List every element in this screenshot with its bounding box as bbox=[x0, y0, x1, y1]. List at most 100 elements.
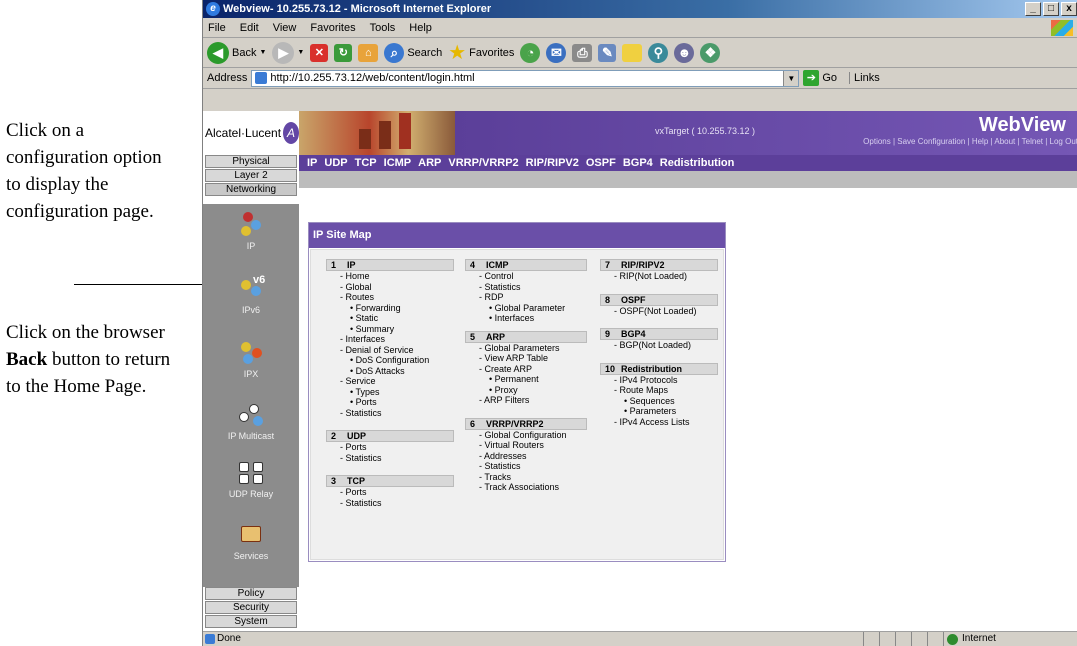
menu-edit[interactable]: Edit bbox=[240, 22, 259, 34]
menu-favorites[interactable]: Favorites bbox=[310, 22, 355, 34]
tab-policy[interactable]: Policy bbox=[205, 587, 297, 600]
link-vrrp-addresses[interactable]: - Addresses bbox=[465, 451, 587, 462]
subnav-redistribution[interactable]: Redistribution bbox=[660, 157, 735, 169]
back-button[interactable]: ◀ Back ▼ bbox=[207, 41, 266, 64]
sidebar-item-udp-relay[interactable]: UDP Relay bbox=[203, 460, 299, 499]
section-ip-header[interactable]: 1 IP bbox=[326, 259, 454, 271]
tab-layer-2[interactable]: Layer 2 bbox=[205, 169, 297, 182]
link-vrrp-global-configuration[interactable]: - Global Configuration bbox=[465, 430, 587, 441]
link-icmp-global-parameter[interactable]: • Global Parameter bbox=[465, 303, 587, 314]
tab-networking[interactable]: Networking bbox=[205, 183, 297, 196]
link-arp-global-parameters[interactable]: - Global Parameters bbox=[465, 343, 587, 354]
link-ip-denial-of-service[interactable]: - Denial of Service bbox=[326, 345, 454, 356]
menu-view[interactable]: View bbox=[273, 22, 297, 34]
link-redist-route-maps[interactable]: - Route Maps bbox=[600, 385, 718, 396]
link-ip-dos-attacks[interactable]: • DoS Attacks bbox=[326, 366, 454, 377]
go-button[interactable]: ➔ Go bbox=[803, 70, 837, 86]
link-icmp-interfaces[interactable]: • Interfaces bbox=[465, 313, 587, 324]
section-bgp4-header[interactable]: 9 BGP4 bbox=[600, 328, 718, 340]
link-arp-view-table[interactable]: - View ARP Table bbox=[465, 353, 587, 364]
subnav-bgp4[interactable]: BGP4 bbox=[623, 157, 653, 169]
link-tcp-statistics[interactable]: - Statistics bbox=[326, 498, 454, 509]
sidebar-item-services[interactable]: Services bbox=[203, 522, 299, 561]
subnav-icmp[interactable]: ICMP bbox=[384, 157, 412, 169]
link-vrrp-virtual-routers[interactable]: - Virtual Routers bbox=[465, 440, 587, 451]
discuss-icon[interactable]: ❖ bbox=[700, 42, 721, 63]
subnav-arp[interactable]: ARP bbox=[418, 157, 441, 169]
link-ospf-not-loaded[interactable]: - OSPF(Not Loaded) bbox=[600, 306, 718, 317]
link-udp-statistics[interactable]: - Statistics bbox=[326, 453, 454, 464]
link-ip-forwarding[interactable]: • Forwarding bbox=[326, 303, 454, 314]
chevron-down-icon[interactable]: ▼ bbox=[783, 70, 799, 86]
refresh-icon[interactable]: ↻ bbox=[334, 43, 353, 62]
link-ip-service[interactable]: - Service bbox=[326, 376, 454, 387]
messenger-icon[interactable]: ☻ bbox=[674, 42, 695, 63]
section-rip-header[interactable]: 7 RIP/RIPV2 bbox=[600, 259, 718, 271]
link-tcp-ports[interactable]: - Ports bbox=[326, 487, 454, 498]
link-vrrp-track-associations[interactable]: - Track Associations bbox=[465, 482, 587, 493]
link-icmp-rdp[interactable]: - RDP bbox=[465, 292, 587, 303]
link-bgp-not-loaded[interactable]: - BGP(Not Loaded) bbox=[600, 340, 718, 351]
sidebar-item-ipv6[interactable]: v6 IPv6 bbox=[203, 274, 299, 315]
sidebar-item-ip-multicast[interactable]: IP Multicast bbox=[203, 402, 299, 441]
top-links[interactable]: Options | Save Configuration | Help | Ab… bbox=[863, 137, 1077, 146]
link-vrrp-tracks[interactable]: - Tracks bbox=[465, 472, 587, 483]
link-ip-home[interactable]: - Home bbox=[326, 271, 454, 282]
sidebar-item-ipx[interactable]: IPX bbox=[203, 340, 299, 379]
link-redist-sequences[interactable]: • Sequences bbox=[600, 396, 718, 407]
subnav-vrrp[interactable]: VRRP/VRRP2 bbox=[448, 157, 518, 169]
research-icon[interactable]: ⚲ bbox=[648, 42, 669, 63]
link-ip-summary[interactable]: • Summary bbox=[326, 324, 454, 335]
tab-system[interactable]: System bbox=[205, 615, 297, 628]
section-vrrp-header[interactable]: 6 VRRP/VRRP2 bbox=[465, 417, 587, 430]
tab-security[interactable]: Security bbox=[205, 601, 297, 614]
address-input[interactable]: http://10.255.73.12/web/content/login.ht… bbox=[251, 69, 800, 87]
print-icon[interactable]: ⎙ bbox=[572, 43, 593, 62]
link-ip-statistics[interactable]: - Statistics bbox=[326, 408, 454, 419]
link-icmp-statistics[interactable]: - Statistics bbox=[465, 282, 587, 293]
menu-help[interactable]: Help bbox=[409, 22, 432, 34]
search-button[interactable]: ⌕ Search bbox=[384, 42, 442, 63]
link-ip-static[interactable]: • Static bbox=[326, 313, 454, 324]
link-ip-dos-configuration[interactable]: • DoS Configuration bbox=[326, 355, 454, 366]
link-arp-create[interactable]: - Create ARP bbox=[465, 364, 587, 375]
mail-icon[interactable]: ✉ bbox=[546, 42, 567, 63]
link-redist-ipv4-protocols[interactable]: - IPv4 Protocols bbox=[600, 375, 718, 386]
link-ip-routes[interactable]: - Routes bbox=[326, 292, 454, 303]
section-ospf-header[interactable]: 8 OSPF bbox=[600, 293, 718, 306]
subnav-ip[interactable]: IP bbox=[307, 157, 317, 169]
favorites-button[interactable]: ★ Favorites bbox=[448, 40, 514, 65]
subnav-udp[interactable]: UDP bbox=[324, 157, 347, 169]
link-arp-filters[interactable]: - ARP Filters bbox=[465, 395, 587, 406]
home-icon[interactable]: ⌂ bbox=[358, 43, 379, 62]
link-redist-ipv4-access-lists[interactable]: - IPv4 Access Lists bbox=[600, 417, 718, 428]
section-icmp-header[interactable]: 4 ICMP bbox=[465, 259, 587, 271]
link-ip-ports[interactable]: • Ports bbox=[326, 397, 454, 408]
subnav-ospf[interactable]: OSPF bbox=[586, 157, 616, 169]
subnav-rip[interactable]: RIP/RIPV2 bbox=[526, 157, 579, 169]
minimize-button[interactable]: _ bbox=[1025, 2, 1041, 16]
link-rip-not-loaded[interactable]: - RIP(Not Loaded) bbox=[600, 271, 718, 282]
link-icmp-control[interactable]: - Control bbox=[465, 271, 587, 282]
sidebar-item-ip[interactable]: IP bbox=[203, 212, 299, 251]
link-redist-parameters[interactable]: • Parameters bbox=[600, 406, 718, 417]
link-ip-types[interactable]: • Types bbox=[326, 387, 454, 398]
section-arp-header[interactable]: 5 ARP bbox=[465, 330, 587, 343]
tab-physical[interactable]: Physical bbox=[205, 155, 297, 168]
link-vrrp-statistics[interactable]: - Statistics bbox=[465, 461, 587, 472]
link-udp-ports[interactable]: - Ports bbox=[326, 442, 454, 453]
notes-icon[interactable] bbox=[622, 43, 643, 62]
link-ip-interfaces[interactable]: - Interfaces bbox=[326, 334, 454, 345]
history-icon[interactable]: ◔ bbox=[520, 42, 541, 63]
maximize-button[interactable]: □ bbox=[1043, 2, 1059, 16]
edit-icon[interactable]: ✎ bbox=[598, 43, 617, 62]
section-tcp-header[interactable]: 3 TCP bbox=[326, 475, 454, 487]
links-button[interactable]: Links bbox=[849, 72, 880, 84]
link-ip-global[interactable]: - Global bbox=[326, 282, 454, 293]
section-udp-header[interactable]: 2 UDP bbox=[326, 430, 454, 442]
forward-button[interactable]: ▶ ▼ bbox=[272, 41, 304, 64]
link-arp-proxy[interactable]: • Proxy bbox=[465, 385, 587, 396]
menu-file[interactable]: File bbox=[208, 22, 226, 34]
menu-tools[interactable]: Tools bbox=[370, 22, 396, 34]
subnav-tcp[interactable]: TCP bbox=[355, 157, 377, 169]
